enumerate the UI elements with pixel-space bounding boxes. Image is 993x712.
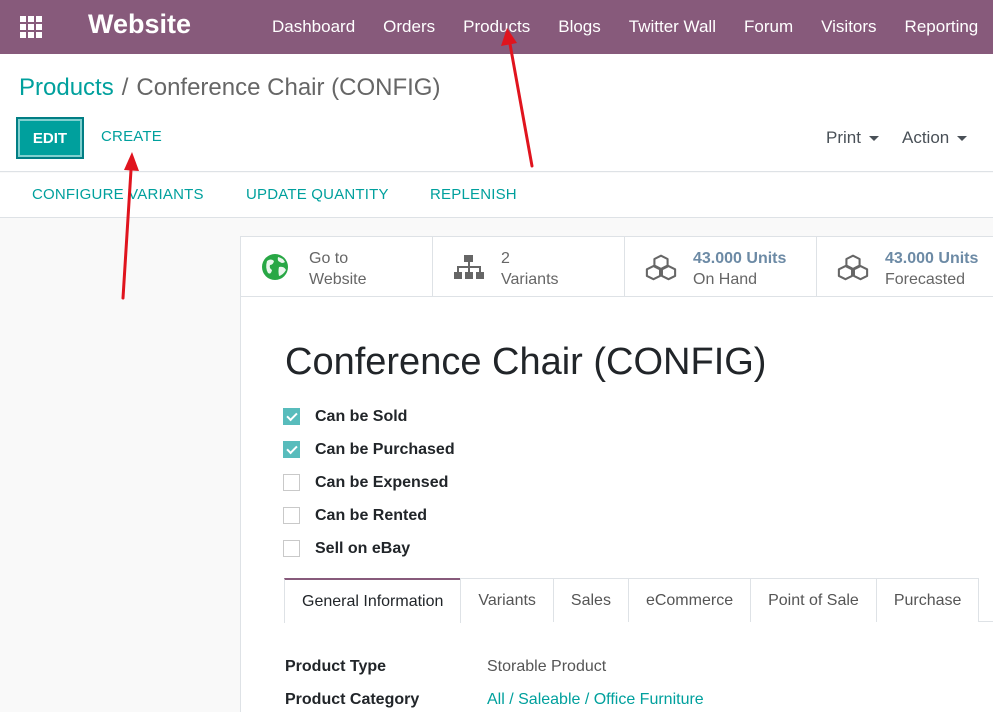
- option-can-be-purchased[interactable]: Can be Purchased: [283, 433, 455, 466]
- print-dropdown[interactable]: Print: [826, 128, 879, 148]
- variant-count: 2: [501, 250, 510, 267]
- caret-down-icon: [868, 135, 879, 141]
- checkbox-can-be-expensed[interactable]: [283, 474, 300, 491]
- tab-point-of-sale[interactable]: Point of Sale: [750, 578, 877, 622]
- print-label: Print: [826, 128, 861, 147]
- option-label: Can be Rented: [315, 506, 428, 524]
- menu-orders[interactable]: Orders: [369, 17, 449, 37]
- app-brand[interactable]: Website: [88, 9, 191, 40]
- form-sheet: Go to Website 2 Variants 43.000 Units On…: [240, 236, 993, 712]
- smart-button-box: Go to Website 2 Variants 43.000 Units On…: [241, 237, 993, 297]
- option-can-be-expensed[interactable]: Can be Expensed: [283, 466, 455, 499]
- smart-button-line2: Website: [309, 271, 367, 288]
- menu-twitter-wall[interactable]: Twitter Wall: [615, 17, 730, 37]
- option-can-be-rented[interactable]: Can be Rented: [283, 499, 455, 532]
- cubes-icon: [837, 254, 869, 281]
- tab-sales[interactable]: Sales: [552, 578, 629, 622]
- breadcrumb-current: Conference Chair (CONFIG): [136, 74, 441, 101]
- menu-blogs[interactable]: Blogs: [544, 17, 615, 37]
- replenish-button[interactable]: REPLENISH: [430, 186, 517, 203]
- checkbox-can-be-purchased[interactable]: [283, 441, 300, 458]
- checkbox-can-be-rented[interactable]: [283, 507, 300, 524]
- checkbox-can-be-sold[interactable]: [283, 408, 300, 425]
- menu-reporting[interactable]: Reporting: [891, 17, 993, 37]
- notebook-tabs: General Information Variants Sales eComm…: [284, 578, 993, 623]
- menu-dashboard[interactable]: Dashboard: [258, 17, 369, 37]
- globe-icon: [262, 254, 288, 280]
- action-label: Action: [902, 128, 950, 147]
- smart-button-line2: Forecasted: [885, 271, 966, 288]
- menu-products[interactable]: Products: [449, 17, 544, 37]
- option-can-be-sold[interactable]: Can be Sold: [283, 400, 455, 433]
- cubes-icon: [645, 254, 677, 281]
- smart-button-line2: On Hand: [693, 271, 758, 288]
- tab-ecommerce[interactable]: eCommerce: [627, 578, 752, 622]
- checkbox-sell-on-ebay[interactable]: [283, 540, 300, 557]
- breadcrumb-separator: /: [121, 74, 129, 101]
- option-label: Can be Sold: [315, 407, 408, 425]
- control-panel: Products / Conference Chair (CONFIG) EDIT …: [0, 54, 993, 172]
- main-menu: Dashboard Orders Products Blogs Twitter …: [258, 0, 992, 54]
- sitemap-icon: [454, 255, 484, 279]
- field-label: Product Category: [285, 691, 420, 708]
- option-sell-on-ebay[interactable]: Sell on eBay: [283, 532, 455, 565]
- tab-general-information[interactable]: General Information: [284, 578, 462, 623]
- product-name: Conference Chair (CONFIG): [285, 341, 767, 383]
- menu-forum[interactable]: Forum: [730, 17, 807, 37]
- action-dropdown[interactable]: Action: [902, 128, 968, 148]
- on-hand-smart-button[interactable]: 43.000 Units On Hand: [625, 237, 817, 297]
- breadcrumb-products-link[interactable]: Products: [19, 74, 114, 101]
- menu-visitors[interactable]: Visitors: [807, 17, 890, 37]
- breadcrumb: Products / Conference Chair (CONFIG): [19, 74, 440, 102]
- forecasted-quantity: 43.000 Units: [885, 250, 979, 267]
- option-label: Can be Purchased: [315, 440, 455, 458]
- product-options: Can be Sold Can be Purchased Can be Expe…: [283, 400, 455, 565]
- on-hand-quantity: 43.000 Units: [693, 250, 787, 267]
- product-type-value: Storable Product: [487, 658, 607, 675]
- edit-button[interactable]: EDIT: [16, 117, 84, 159]
- product-category-link[interactable]: All / Saleable / Office Furniture: [487, 691, 704, 709]
- variants-smart-button[interactable]: 2 Variants: [433, 237, 625, 297]
- forecasted-smart-button[interactable]: 43.000 Units Forecasted: [817, 237, 993, 297]
- apps-grid-icon[interactable]: [20, 16, 42, 38]
- tab-purchase[interactable]: Purchase: [875, 578, 980, 622]
- caret-down-icon: [957, 135, 968, 141]
- go-to-website-button[interactable]: Go to Website: [241, 237, 433, 297]
- form-statusbar: CONFIGURE VARIANTS UPDATE QUANTITY REPLE…: [0, 173, 993, 218]
- update-quantity-button[interactable]: UPDATE QUANTITY: [246, 186, 389, 203]
- smart-button-line2: Variants: [501, 271, 559, 288]
- option-label: Can be Expensed: [315, 473, 449, 491]
- option-label: Sell on eBay: [315, 539, 411, 557]
- tab-variants[interactable]: Variants: [460, 578, 554, 622]
- top-navbar: Website Dashboard Orders Products Blogs …: [0, 0, 993, 54]
- field-label: Product Type: [285, 658, 387, 675]
- create-button[interactable]: CREATE: [101, 128, 162, 145]
- smart-button-line1: Go to: [309, 250, 349, 267]
- configure-variants-button[interactable]: CONFIGURE VARIANTS: [32, 186, 204, 203]
